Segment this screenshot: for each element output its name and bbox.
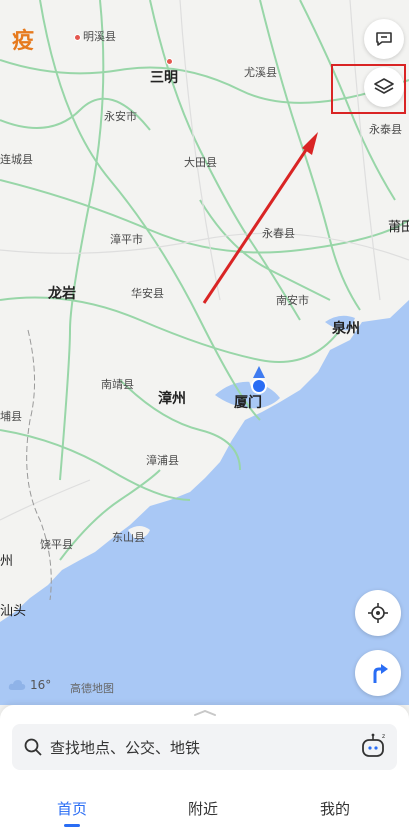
map-canvas[interactable]: 疫 明溪县 三明 尤溪县 永安市 永泰县 连城县 大田县 莆田 漳平市 永春县 … (0, 0, 409, 705)
place-label[interactable]: 大田县 (184, 154, 217, 170)
search-icon (24, 738, 42, 756)
place-label[interactable]: 莆田 (388, 216, 409, 235)
place-label[interactable]: 埔县 (0, 408, 22, 424)
place-label[interactable]: 漳浦县 (146, 452, 179, 468)
locate-button[interactable] (355, 590, 401, 636)
place-label[interactable]: 龙岩 (48, 283, 76, 303)
place-label[interactable]: 饶平县 (40, 536, 73, 552)
place-label[interactable]: 尤溪县 (244, 64, 277, 80)
crosshair-icon (368, 603, 388, 623)
tab-nearby[interactable]: 附近 (188, 798, 218, 819)
tab-home[interactable]: 首页 (57, 798, 87, 819)
place-label[interactable]: 漳州 (158, 388, 186, 408)
search-bar[interactable]: 查找地点、公交、地铁 z (12, 724, 397, 770)
place-label[interactable]: 泉州 (332, 318, 360, 338)
temperature-text: 16° (30, 678, 52, 692)
cloud-icon (8, 680, 26, 690)
route-arrow-icon (373, 664, 388, 683)
tab-home-underline (64, 824, 80, 827)
weather-widget[interactable]: 16° (8, 678, 51, 692)
route-button[interactable] (355, 650, 401, 696)
feedback-button[interactable] (364, 19, 404, 59)
bottom-tab-bar: 首页 附近 我的 (0, 790, 409, 830)
map-logo: 高德地图 (70, 682, 114, 695)
search-placeholder: 查找地点、公交、地铁 (50, 739, 201, 757)
place-label[interactable]: 三明 (150, 58, 178, 87)
place-label[interactable]: 连城县 (0, 151, 33, 167)
place-label[interactable]: 汕头 (0, 600, 26, 619)
place-label[interactable]: 漳平市 (110, 231, 143, 247)
svg-text:z: z (382, 733, 385, 740)
highlight-box (331, 64, 406, 114)
drag-handle-icon[interactable] (193, 710, 217, 716)
voice-assistant-icon[interactable]: z (360, 732, 388, 762)
bottom-sheet[interactable]: 查找地点、公交、地铁 z 首页 附近 我的 (0, 705, 409, 831)
message-icon (376, 32, 392, 46)
place-label[interactable]: 明溪县 (74, 28, 116, 44)
place-label[interactable]: 永泰县 (369, 121, 402, 137)
place-label[interactable]: 永安市 (104, 108, 137, 124)
place-label[interactable]: 东山县 (112, 529, 145, 545)
current-location-marker (251, 366, 267, 394)
place-label[interactable]: 华安县 (131, 285, 164, 301)
place-label[interactable]: 南靖县 (101, 376, 134, 392)
place-label[interactable]: 永春县 (262, 225, 295, 241)
place-dot-icon (166, 58, 173, 65)
place-label[interactable]: 州 (0, 550, 13, 569)
epidemic-badge[interactable]: 疫 (12, 23, 34, 55)
tab-mine[interactable]: 我的 (320, 798, 350, 819)
place-dot-icon (74, 33, 81, 41)
place-label[interactable]: 南安市 (276, 292, 309, 308)
